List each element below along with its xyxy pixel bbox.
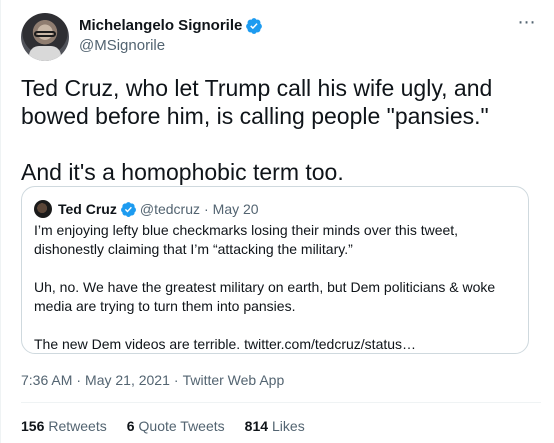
- retweets-count: 156: [21, 418, 45, 434]
- author-name-block: Michelangelo Signorile @MSignorile: [79, 16, 479, 56]
- retweets-stat[interactable]: 156 Retweets: [21, 418, 107, 434]
- quoted-tweet-body: I’m enjoying lefty blue checkmarks losin…: [34, 221, 514, 354]
- tweet-source[interactable]: Twitter Web App: [183, 372, 285, 388]
- quote-tweets-count: 6: [126, 418, 135, 434]
- quote-tweets-label: Quote Tweets: [138, 418, 225, 434]
- tweet-date[interactable]: May 21, 2021: [85, 372, 170, 388]
- author-display-name[interactable]: Michelangelo Signorile: [79, 16, 242, 36]
- tweet-header: Michelangelo Signorile @MSignorile ⋯: [21, 13, 541, 61]
- quoted-author-name: Ted Cruz: [58, 201, 117, 217]
- author-avatar[interactable]: [21, 13, 69, 61]
- more-options-icon[interactable]: ⋯: [513, 13, 541, 35]
- quoted-paragraph: Uh, no. We have the greatest military on…: [34, 279, 496, 314]
- quoted-separator: ·: [203, 201, 209, 217]
- quoted-author-handle: @tedcruz: [139, 201, 200, 217]
- engagement-stats: 156 Retweets 6 Quote Tweets 814 Likes: [21, 418, 325, 434]
- tweet-metadata: 7:36 AM · May 21, 2021 · Twitter Web App: [21, 372, 284, 388]
- author-display-name-row[interactable]: Michelangelo Signorile: [79, 16, 263, 36]
- quoted-verified-badge-icon: [120, 201, 136, 217]
- quoted-date: May 20: [212, 201, 259, 217]
- avatar-glasses: [34, 31, 56, 37]
- meta-separator: ·: [76, 372, 82, 388]
- avatar-shirt: [29, 46, 61, 61]
- tweet-card: Michelangelo Signorile @MSignorile ⋯ Ted…: [0, 0, 554, 443]
- likes-stat[interactable]: 814 Likes: [245, 418, 305, 434]
- author-handle[interactable]: @MSignorile: [79, 36, 479, 56]
- likes-count: 814: [244, 418, 269, 434]
- verified-badge-icon: [246, 18, 263, 34]
- quoted-author-avatar: [34, 200, 52, 218]
- meta-separator: ·: [173, 372, 179, 388]
- left-border: [0, 0, 1, 443]
- retweets-label: Retweets: [48, 418, 107, 434]
- quoted-paragraph: I’m enjoying lefty blue checkmarks losin…: [34, 222, 459, 257]
- tweet-time[interactable]: 7:36 AM: [21, 372, 72, 388]
- quoted-paragraph: The new Dem videos are terrible. twitter…: [34, 336, 417, 352]
- quoted-tweet-header: Ted Cruz @tedcruz · May 20: [34, 199, 259, 219]
- tweet-text: Ted Cruz, who let Trump call his wife ug…: [21, 75, 493, 185]
- divider: [21, 402, 541, 403]
- likes-label: Likes: [272, 418, 305, 434]
- quoted-tweet[interactable]: Ted Cruz @tedcruz · May 20 I’m enjoying …: [21, 186, 529, 354]
- quote-tweets-stat[interactable]: 6 Quote Tweets: [127, 418, 225, 434]
